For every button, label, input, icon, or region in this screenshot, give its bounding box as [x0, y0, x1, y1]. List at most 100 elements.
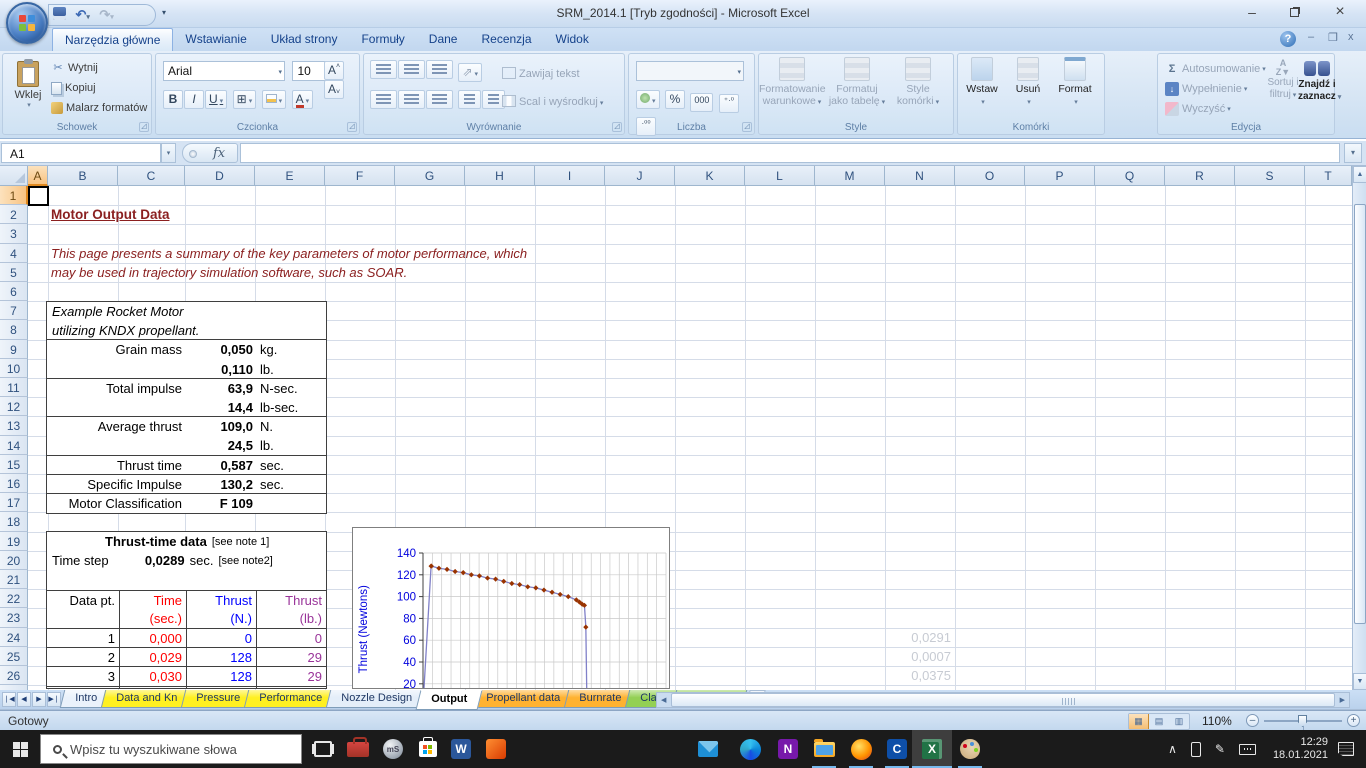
hscroll-left-icon[interactable]: ◀ — [661, 696, 666, 704]
workbook-restore-button[interactable]: ❐ — [1328, 31, 1338, 44]
clear-button[interactable]: Wyczyść ▾ — [1163, 99, 1266, 119]
cell-styles-button[interactable]: Style komórki ▾ — [889, 54, 947, 109]
ribbon-tab-narz-dzia-g-wne[interactable]: Narzędzia główne — [52, 28, 174, 51]
font-color-button[interactable]: A ▾ — [291, 90, 314, 109]
row-header-4[interactable]: 4 — [0, 243, 28, 263]
insert-function-button[interactable]: fx — [182, 143, 238, 163]
column-header-k[interactable]: K — [675, 166, 745, 186]
column-header-c[interactable]: C — [118, 166, 185, 186]
autosum-button[interactable]: Σ Autosumowanie ▾ — [1163, 59, 1266, 79]
row-header-12[interactable]: 12 — [0, 397, 28, 417]
hscroll-right-icon[interactable]: ▶ — [1340, 696, 1345, 704]
taskbar-sphere-button[interactable]: mS — [373, 730, 413, 768]
row-header-11[interactable]: 11 — [0, 378, 28, 398]
grow-font-button[interactable]: A˄ — [324, 61, 345, 80]
column-header-d[interactable]: D — [185, 166, 255, 186]
align-middle-button[interactable] — [398, 60, 425, 79]
sheet-tab-output[interactable]: Output — [415, 690, 483, 710]
column-header-t[interactable]: T — [1305, 166, 1352, 186]
save-icon[interactable] — [53, 7, 66, 20]
column-header-g[interactable]: G — [395, 166, 465, 186]
zoom-slider[interactable]: – + — [1246, 713, 1360, 732]
taskbar-edge-button[interactable] — [730, 730, 770, 768]
row-header-3[interactable]: 3 — [0, 224, 28, 244]
vertical-scroll-thumb[interactable] — [1354, 204, 1366, 624]
sheet-tab-data-and-kn[interactable]: Data and Kn — [100, 690, 193, 708]
taskbar-task-view-button[interactable] — [303, 730, 343, 768]
taskbar-paint-button[interactable] — [950, 730, 990, 768]
sort-filter-button[interactable]: A Z▼ Sortuj i filtruj ▾ — [1266, 56, 1300, 102]
row-header-9[interactable]: 9 — [0, 339, 28, 359]
row-header-23[interactable]: 23 — [0, 608, 28, 628]
start-button[interactable] — [0, 730, 40, 768]
column-header-a[interactable]: A — [28, 166, 48, 186]
pen-icon[interactable]: ✎ — [1215, 742, 1225, 756]
conditional-formatting-button[interactable]: Formatowanie warunkowe ▾ — [759, 54, 826, 109]
sheet-tab-performance[interactable]: Performance — [243, 690, 338, 708]
taskbar-office-button[interactable] — [476, 730, 516, 768]
delete-cells-button[interactable]: Usuń ▾ — [1006, 54, 1050, 109]
increase-decimal-button[interactable]: ⁺·⁰ — [718, 94, 739, 113]
column-header-e[interactable]: E — [255, 166, 325, 186]
column-header-l[interactable]: L — [745, 166, 815, 186]
font-dialog-launcher[interactable]: ◿ — [347, 122, 357, 132]
row-header-14[interactable]: 14 — [0, 435, 28, 455]
prev-sheet-icon[interactable]: ◀ — [17, 692, 31, 707]
restore-button[interactable] — [1280, 2, 1308, 22]
row-header-6[interactable]: 6 — [0, 282, 28, 302]
accounting-format-button[interactable]: ▾ — [636, 90, 660, 109]
minimize-button[interactable]: – — [1238, 2, 1266, 22]
vertical-scrollbar[interactable]: ▲ ▼ — [1352, 166, 1366, 690]
select-all-corner[interactable] — [0, 166, 28, 186]
wrap-text-button[interactable]: Zawijaj tekst — [502, 64, 580, 82]
column-header-o[interactable]: O — [955, 166, 1025, 186]
name-box-dropdown-icon[interactable]: ▾ — [161, 143, 176, 163]
column-header-b[interactable]: B — [48, 166, 118, 186]
taskbar-search[interactable]: Wpisz tu wyszukiwane słowa — [40, 734, 302, 764]
column-header-h[interactable]: H — [465, 166, 535, 186]
row-header-5[interactable]: 5 — [0, 262, 28, 282]
taskbar-corel-button[interactable]: C — [877, 730, 917, 768]
format-as-table-button[interactable]: Formatuj jako tabelę ▾ — [825, 54, 889, 109]
orientation-button[interactable]: ⇗ ▾ — [458, 63, 483, 82]
horizontal-scroll-thumb[interactable] — [671, 693, 1335, 707]
taskbar-onenote-button[interactable]: N — [768, 730, 808, 768]
page-break-view-icon[interactable]: ▥ — [1169, 714, 1189, 729]
row-header-2[interactable]: 2 — [0, 205, 28, 225]
taskbar-firefox-button[interactable] — [841, 730, 881, 768]
row-header-7[interactable]: 7 — [0, 301, 28, 321]
fill-color-button[interactable]: ▾ — [261, 90, 287, 109]
row-header-15[interactable]: 15 — [0, 454, 28, 474]
paste-button[interactable]: Wklej ▾ — [9, 59, 47, 127]
zoom-in-icon[interactable]: + — [1347, 714, 1360, 727]
bold-button[interactable]: B — [163, 90, 183, 109]
align-center-button[interactable] — [398, 90, 425, 109]
redo-icon[interactable]: ↷▾ — [99, 7, 113, 23]
zoom-level[interactable]: 110% — [1202, 714, 1232, 728]
column-header-m[interactable]: M — [815, 166, 885, 186]
format-painter-button[interactable]: Malarz formatów — [49, 98, 147, 118]
column-header-p[interactable]: P — [1025, 166, 1095, 186]
sheet-tab-propellant-data[interactable]: Propellant data — [470, 690, 576, 708]
row-header-24[interactable]: 24 — [0, 627, 28, 647]
selected-cell-a1[interactable] — [28, 186, 49, 206]
sheet-tab-nozzle-design[interactable]: Nozzle Design — [325, 690, 428, 708]
help-icon[interactable]: ? — [1280, 31, 1296, 47]
column-header-n[interactable]: N — [885, 166, 955, 186]
row-header-22[interactable]: 22 — [0, 589, 28, 609]
row-header-1[interactable]: 1 — [0, 186, 28, 206]
merge-center-button[interactable]: Scal i wyśrodkuj ▾ — [502, 92, 603, 110]
decrease-indent-button[interactable] — [458, 90, 482, 109]
ribbon-tab-wstawianie[interactable]: Wstawianie — [173, 28, 258, 51]
row-header-21[interactable]: 21 — [0, 570, 28, 590]
shrink-font-button[interactable]: A˅ — [324, 80, 345, 99]
alignment-dialog-launcher[interactable]: ◿ — [612, 122, 622, 132]
workbook-minimize-button[interactable]: – — [1308, 31, 1314, 43]
close-button[interactable]: × — [1326, 2, 1354, 22]
scroll-up-icon[interactable]: ▲ — [1353, 166, 1366, 183]
tray-expand-icon[interactable]: ∧ — [1168, 742, 1177, 756]
last-sheet-icon[interactable]: ▶❘ — [47, 692, 61, 707]
taskbar-word-button[interactable]: W — [441, 730, 481, 768]
row-header-18[interactable]: 18 — [0, 512, 28, 532]
row-header-8[interactable]: 8 — [0, 320, 28, 340]
